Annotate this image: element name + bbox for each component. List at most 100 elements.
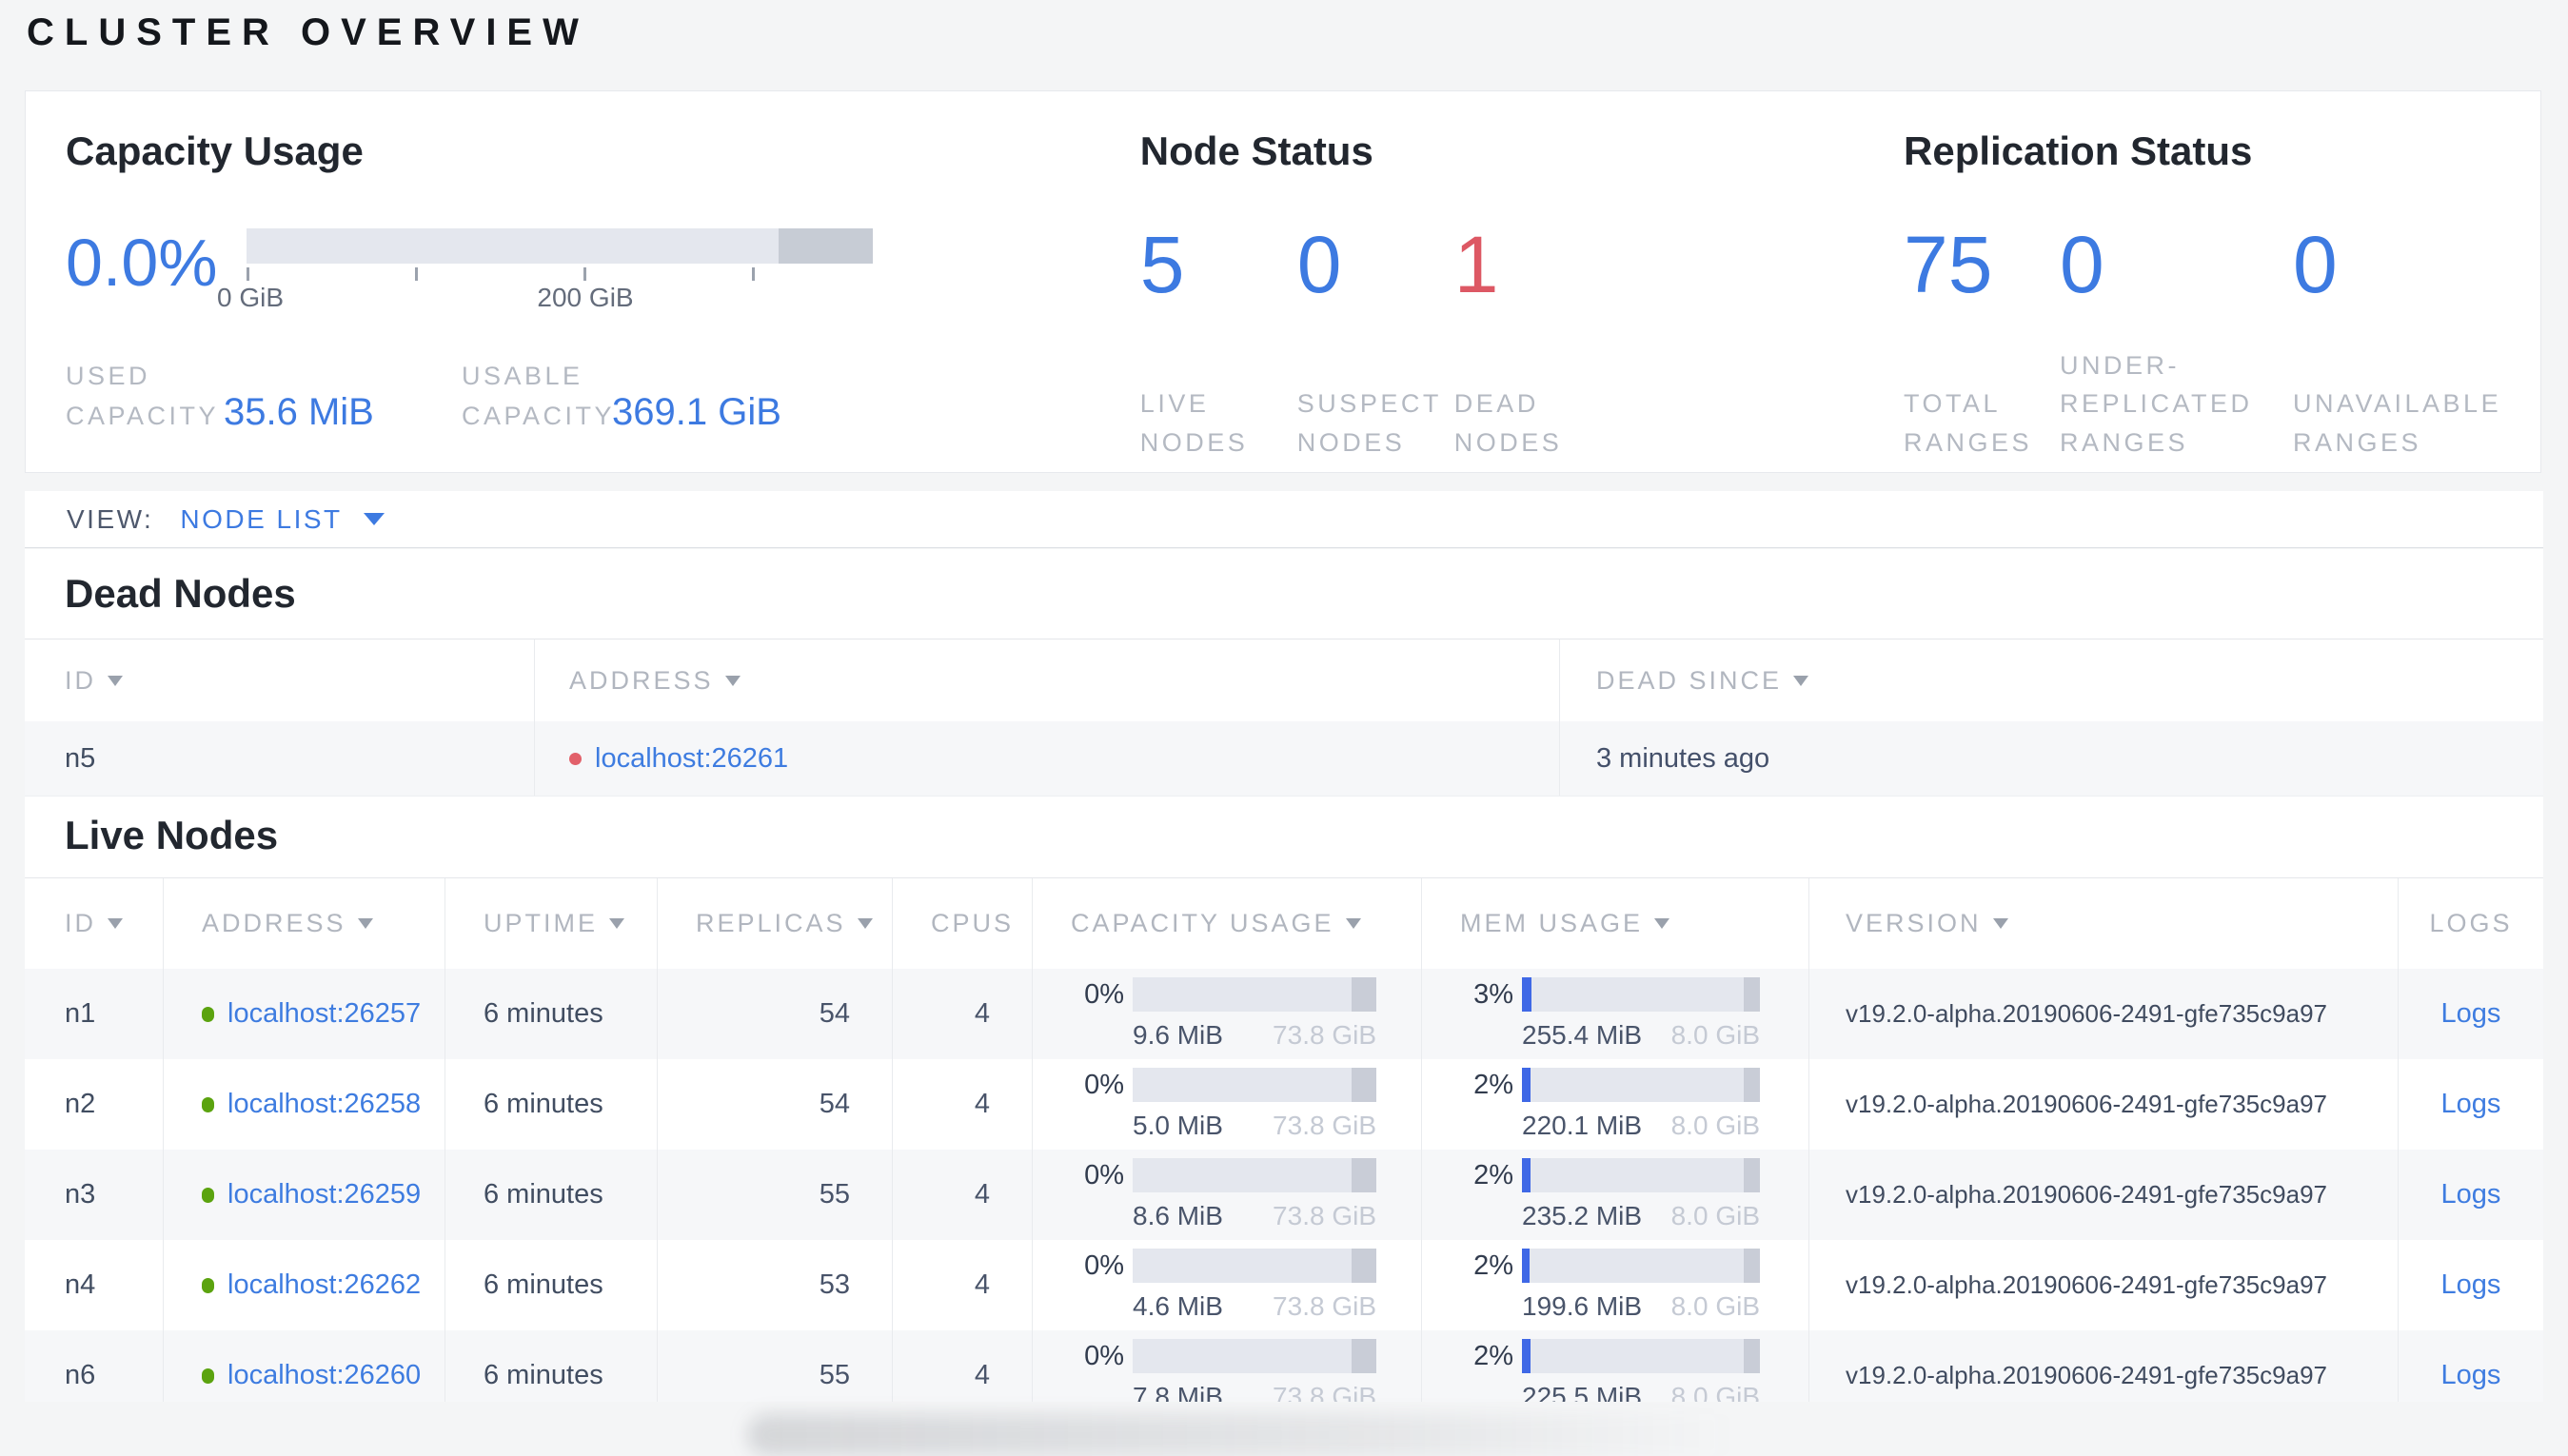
logs-link[interactable]: Logs (2441, 1360, 2501, 1391)
cell-node-address: localhost:26261 (534, 721, 1559, 796)
unavailable-label: UNAVAILABLE RANGES (2293, 389, 2502, 457)
col-version[interactable]: VERSION (1808, 878, 2398, 969)
col-dead-address[interactable]: ADDRESS (534, 639, 1559, 721)
mem-bar (1522, 1158, 1760, 1192)
axis-tick-icon (752, 267, 755, 282)
live-nodes-header: ID ADDRESS UPTIME REPLICAS CPUS CAPACITY… (25, 877, 2543, 969)
capacity-usage-title: Capacity Usage (66, 128, 364, 173)
logs-link[interactable]: Logs (2441, 1089, 2501, 1120)
mem-percent: 3% (1473, 978, 1513, 1010)
col-mem-usage[interactable]: MEM USAGE (1421, 878, 1808, 969)
live-nodes-title: Live Nodes (65, 813, 279, 857)
mem-bar-fill (1522, 1249, 1530, 1283)
node-address-link[interactable]: localhost:26261 (595, 743, 788, 775)
live-status-icon (202, 1277, 214, 1293)
mem-used-value: 220.1 MiB (1522, 1111, 1643, 1140)
replication-status-title: Replication Status (1904, 128, 2253, 173)
sort-desc-icon (1345, 918, 1361, 929)
cell-uptime: 6 minutes (444, 1150, 657, 1240)
capacity-percent: 0% (1084, 978, 1124, 1010)
mem-percent: 2% (1473, 1159, 1513, 1190)
cell-node-address: localhost:26262 (163, 1240, 444, 1330)
live-nodes-count: 5 (1139, 220, 1185, 310)
cell-node-id: n1 (65, 998, 96, 1029)
view-label: VIEW: (67, 503, 154, 534)
dead-nodes-count: 1 (1453, 220, 1499, 310)
mem-bar-fill (1522, 1339, 1531, 1373)
capacity-used-value: 4.6 MiB (1133, 1291, 1223, 1321)
usable-capacity-value: 369.1 GiB (612, 391, 781, 434)
cell-uptime: 6 minutes (444, 1240, 657, 1330)
capacity-bar (1133, 1068, 1376, 1102)
cell-replicas: 53 (657, 1240, 892, 1330)
cell-replicas: 54 (657, 1059, 892, 1150)
logs-link[interactable]: Logs (2441, 1269, 2501, 1301)
cell-replicas: 55 (657, 1150, 892, 1240)
node-address-link[interactable]: localhost:26257 (227, 998, 421, 1030)
capacity-bar (1133, 1158, 1376, 1192)
cell-version: v19.2.0-alpha.20190606-2491-gfe735c9a97 (1808, 1240, 2398, 1330)
logs-link[interactable]: Logs (2441, 998, 2501, 1030)
cell-cpus: 4 (892, 1059, 1032, 1150)
node-address-link[interactable]: localhost:26259 (227, 1179, 421, 1210)
capacity-bar (247, 228, 873, 265)
suspect-nodes-label: SUSPECT NODES (1296, 389, 1442, 457)
mem-total-value: 8.0 GiB (1670, 1382, 1760, 1402)
node-address-link[interactable]: localhost:26262 (227, 1269, 421, 1301)
mem-percent: 2% (1473, 1249, 1513, 1281)
cell-cpus: 4 (892, 1150, 1032, 1240)
dead-node-row: n5 localhost:26261 3 minutes ago (25, 721, 2543, 797)
capacity-total-value: 73.8 GiB (1273, 1201, 1376, 1230)
mem-total-value: 8.0 GiB (1670, 1291, 1760, 1321)
col-replicas[interactable]: REPLICAS (657, 878, 892, 969)
col-dead-id[interactable]: ID (25, 639, 534, 721)
cell-cpus: 4 (892, 1330, 1032, 1402)
col-cpus[interactable]: CPUS (892, 878, 1032, 969)
dead-nodes-header: ID ADDRESS DEAD SINCE (25, 639, 2543, 721)
cell-mem-usage: 2% 199.6 MiB 8.0 GiB (1421, 1240, 1808, 1330)
cell-node-address: localhost:26259 (163, 1150, 444, 1240)
capacity-bar (1133, 1249, 1376, 1283)
usable-capacity-label: USABLE CAPACITY (462, 362, 616, 431)
logs-link[interactable]: Logs (2441, 1179, 2501, 1210)
live-status-icon (202, 1367, 214, 1384)
sort-desc-icon (108, 918, 123, 929)
dead-status-icon (569, 752, 582, 765)
node-address-link[interactable]: localhost:26260 (227, 1360, 421, 1391)
col-capacity-usage[interactable]: CAPACITY USAGE (1032, 878, 1421, 969)
total-ranges-label: TOTAL RANGES (1904, 389, 2033, 457)
mem-bar-fill (1522, 1068, 1531, 1102)
cell-cpus: 4 (892, 1240, 1032, 1330)
capacity-percent: 0% (1084, 1159, 1124, 1190)
axis-tick-icon (247, 267, 249, 282)
capacity-total-value: 73.8 GiB (1273, 1111, 1376, 1140)
mem-bar-fill (1522, 977, 1531, 1012)
view-selector-dropdown[interactable]: NODE LIST (180, 503, 385, 535)
cell-replicas: 54 (657, 969, 892, 1059)
capacity-percent: 0% (1084, 1249, 1124, 1281)
col-id[interactable]: ID (25, 878, 163, 969)
live-node-row: n3 localhost:26259 6 minutes 55 4 0% 8.6… (25, 1150, 2543, 1240)
page-title: CLUSTER OVERVIEW (27, 11, 589, 53)
col-dead-since[interactable]: DEAD SINCE (1559, 639, 2543, 721)
mem-bar (1522, 1068, 1760, 1102)
cell-logs: Logs (2398, 1330, 2543, 1402)
total-ranges-count: 75 (1904, 220, 1993, 310)
node-address-link[interactable]: localhost:26258 (227, 1089, 421, 1120)
col-address[interactable]: ADDRESS (163, 878, 444, 969)
mem-used-value: 255.4 MiB (1522, 1020, 1643, 1050)
col-logs: LOGS (2398, 878, 2543, 969)
axis-label-200: 200 GiB (537, 283, 634, 313)
capacity-usage-section: Capacity Usage 0.0% 0 GiB 200 GiB USED C… (66, 128, 1135, 472)
sort-desc-icon (609, 918, 625, 929)
sort-desc-icon (1793, 675, 1809, 686)
axis-tick-icon (415, 267, 418, 282)
capacity-total-value: 73.8 GiB (1273, 1291, 1376, 1321)
col-uptime[interactable]: UPTIME (444, 878, 657, 969)
live-status-icon (202, 1096, 214, 1112)
view-selected-value: NODE LIST (180, 503, 343, 534)
capacity-used-value: 8.6 MiB (1133, 1201, 1223, 1230)
node-status-section: Node Status 5 0 1 LIVE NODES SUSPECT NOD… (1135, 128, 1900, 472)
under-replicated-count: 0 (2060, 220, 2104, 310)
live-status-icon (202, 1006, 214, 1022)
